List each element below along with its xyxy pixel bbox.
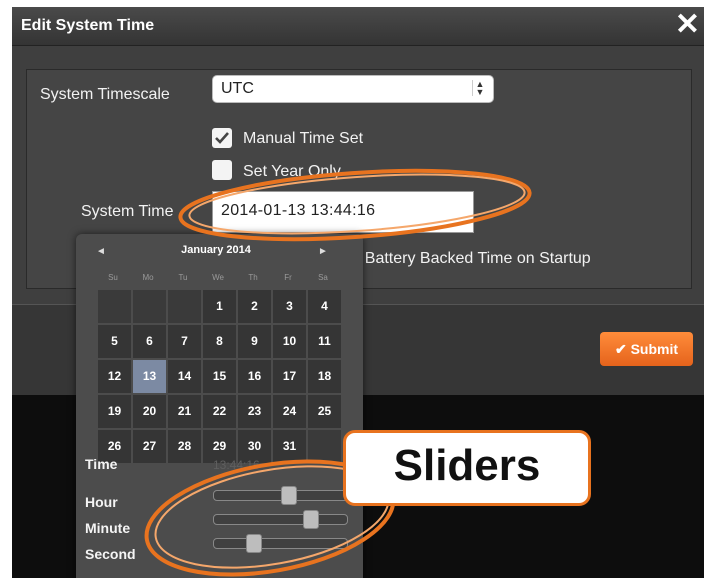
weekday-label: Th: [248, 273, 258, 282]
dialog-titlebar: Edit System Time ✕: [12, 7, 704, 46]
calendar-day[interactable]: 19: [98, 395, 131, 428]
system-time-value: 2014-01-13 13:44:16: [221, 202, 376, 219]
calendar-day[interactable]: 1: [203, 290, 236, 323]
calendar-day[interactable]: 11: [308, 325, 341, 358]
calendar-day[interactable]: 22: [203, 395, 236, 428]
calendar-day[interactable]: 15: [203, 360, 236, 393]
date-picker: ◄ January 2014 ► Su Mo Tu We Th Fr Sa 12345678…: [76, 234, 363, 578]
minute-slider[interactable]: [213, 510, 348, 529]
weekday-label: Fr: [284, 273, 292, 282]
weekday-label: Su: [108, 273, 118, 282]
chevron-right-icon[interactable]: ►: [318, 246, 328, 257]
chevron-left-icon[interactable]: ◄: [96, 246, 106, 257]
calendar-day[interactable]: 13: [133, 360, 166, 393]
calendar-day[interactable]: 21: [168, 395, 201, 428]
calendar-day[interactable]: 5: [98, 325, 131, 358]
calendar-day[interactable]: 18: [308, 360, 341, 393]
weekday-label: Tu: [178, 273, 188, 282]
minute-label: Minute: [85, 520, 131, 536]
calendar-day[interactable]: 14: [168, 360, 201, 393]
second-slider[interactable]: [213, 534, 348, 553]
dialog-title: Edit System Time: [21, 17, 155, 34]
calendar-empty-cell: [308, 430, 341, 463]
weekday-label: Sa: [318, 273, 328, 282]
checkmark-icon: ✔: [614, 341, 627, 357]
calendar-day[interactable]: 31: [273, 430, 306, 463]
calendar-day[interactable]: 7: [168, 325, 201, 358]
calendar-day[interactable]: 28: [168, 430, 201, 463]
calendar-day[interactable]: 23: [238, 395, 271, 428]
calendar-day[interactable]: 20: [133, 395, 166, 428]
close-icon[interactable]: ✕: [675, 8, 700, 42]
set-year-only-checkbox[interactable]: [212, 160, 232, 180]
hour-label: Hour: [85, 494, 118, 510]
checkmark-icon: [215, 132, 229, 144]
calendar-empty-cell: [98, 290, 131, 323]
time-value: 13:44:16: [213, 458, 260, 472]
calendar-day[interactable]: 2: [238, 290, 271, 323]
timescale-value: UTC: [221, 80, 254, 97]
system-time-label: System Time: [81, 203, 174, 220]
second-label: Second: [85, 546, 136, 562]
minute-slider-thumb[interactable]: [303, 510, 319, 529]
updown-arrows-icon: ▲ ▼: [472, 80, 487, 97]
calendar-day[interactable]: 12: [98, 360, 131, 393]
calendar-day[interactable]: 6: [133, 325, 166, 358]
weekday-label: We: [212, 273, 224, 282]
callout-text: Sliders: [393, 441, 541, 490]
battery-backed-label: to Battery Backed Time on Startup: [347, 250, 591, 267]
calendar-month: January 2014: [181, 244, 251, 256]
calendar-day[interactable]: 16: [238, 360, 271, 393]
calendar-day[interactable]: 3: [273, 290, 306, 323]
calendar-day[interactable]: 10: [273, 325, 306, 358]
hour-slider[interactable]: [213, 486, 348, 505]
calendar-empty-cell: [133, 290, 166, 323]
manual-time-set-checkbox[interactable]: [212, 128, 232, 148]
timescale-select[interactable]: UTC ▲ ▼: [212, 75, 494, 103]
timescale-label: System Timescale: [40, 86, 170, 103]
second-slider-thumb[interactable]: [246, 534, 262, 553]
calendar-day[interactable]: 9: [238, 325, 271, 358]
submit-button[interactable]: ✔ Submit: [600, 332, 693, 366]
hour-slider-thumb[interactable]: [281, 486, 297, 505]
calendar-day[interactable]: 8: [203, 325, 236, 358]
submit-label: Submit: [630, 341, 679, 357]
time-label: Time: [85, 456, 118, 472]
sliders-callout: Sliders: [343, 430, 591, 506]
weekday-label: Mo: [142, 273, 154, 282]
calendar-day[interactable]: 4: [308, 290, 341, 323]
calendar-empty-cell: [168, 290, 201, 323]
calendar-day[interactable]: 17: [273, 360, 306, 393]
calendar-day[interactable]: 24: [273, 395, 306, 428]
set-year-only-label: Set Year Only: [243, 163, 341, 180]
system-time-input[interactable]: 2014-01-13 13:44:16: [212, 191, 474, 233]
calendar-day[interactable]: 27: [133, 430, 166, 463]
manual-time-set-label: Manual Time Set: [243, 130, 364, 147]
calendar-day[interactable]: 25: [308, 395, 341, 428]
